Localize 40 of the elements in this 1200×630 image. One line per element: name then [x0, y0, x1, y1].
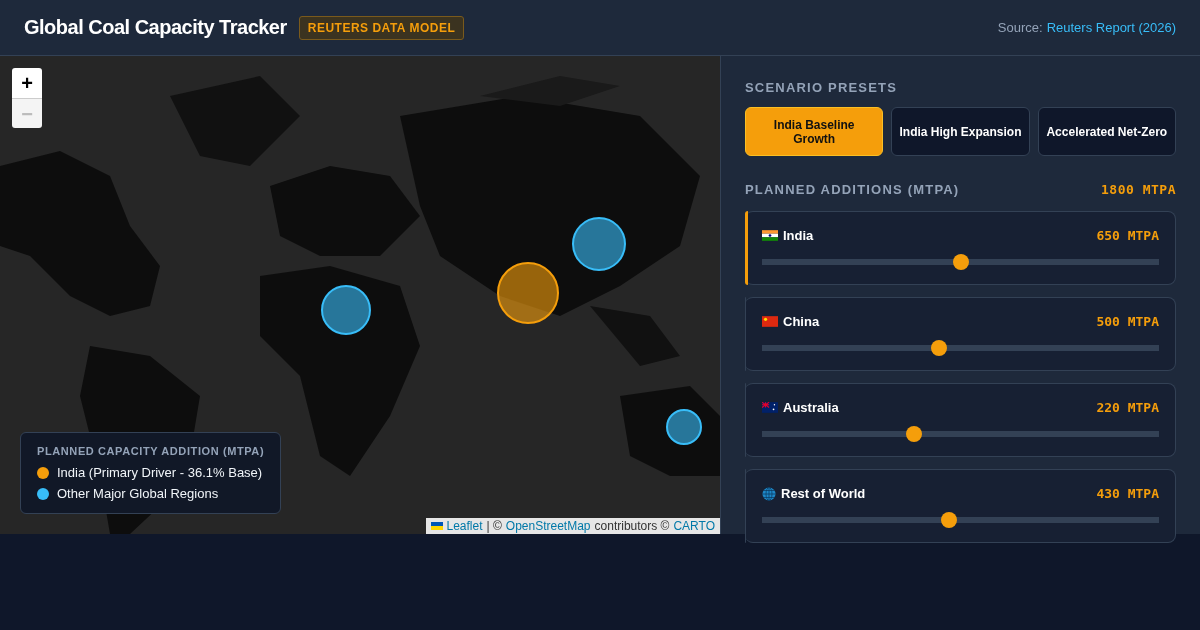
attribution-text: contributors ©	[594, 519, 670, 533]
region-reading: 430 MTPA	[1096, 486, 1159, 501]
legend-title: PLANNED CAPACITY ADDITION (MTPA)	[37, 445, 265, 457]
region-name: Rest of World	[781, 486, 866, 501]
section-title: SCENARIO PRESETS	[745, 80, 899, 95]
page-title: Global Coal Capacity Tracker	[24, 16, 287, 39]
region-reading: 650 MTPA	[1096, 228, 1159, 243]
slider-thumb[interactable]	[940, 512, 957, 528]
slider-thumb[interactable]	[952, 254, 969, 270]
flag-icon	[430, 522, 443, 530]
preset-button[interactable]: Accelerated Net-Zero	[1037, 107, 1176, 156]
leaflet-link[interactable]: Leaflet	[446, 519, 483, 533]
carto-link[interactable]: CARTO	[673, 519, 715, 533]
model-badge: REUTERS DATA MODEL	[298, 15, 465, 40]
legend-label: Other Major Global Regions	[57, 486, 219, 501]
region-reading: 500 MTPA	[1096, 314, 1159, 329]
globe-icon	[762, 486, 776, 501]
flag-icon	[762, 316, 778, 327]
region-reading: 220 MTPA	[1096, 400, 1159, 415]
region-name: China	[783, 314, 820, 329]
map-marker[interactable]	[321, 285, 371, 335]
zoom-in-button[interactable]: +	[12, 68, 42, 98]
section-title: PLANNED ADDITIONS (MTPA)	[745, 182, 960, 197]
attribution-text: | ©	[486, 519, 502, 533]
total-reading: 1800 MTPA	[1101, 182, 1176, 197]
region-name: Australia	[783, 400, 839, 415]
slider-thumb[interactable]	[906, 426, 923, 442]
region-name: India	[783, 228, 814, 243]
map-marker[interactable]	[572, 217, 626, 271]
flag-icon	[762, 402, 778, 413]
map-marker[interactable]	[666, 409, 702, 445]
source-label: Source:	[997, 20, 1043, 35]
legend-label: India (Primary Driver - 36.1% Base)	[57, 465, 263, 480]
map-marker[interactable]	[497, 262, 559, 324]
preset-button[interactable]: India High Expansion	[891, 107, 1030, 156]
openstreetmap-link[interactable]: OpenStreetMap	[505, 519, 591, 533]
preset-button[interactable]: India Baseline Growth	[745, 107, 884, 156]
slider-thumb[interactable]	[931, 340, 948, 356]
source-link[interactable]: Reuters Report (2026)	[1046, 20, 1176, 35]
flag-icon	[762, 230, 778, 241]
